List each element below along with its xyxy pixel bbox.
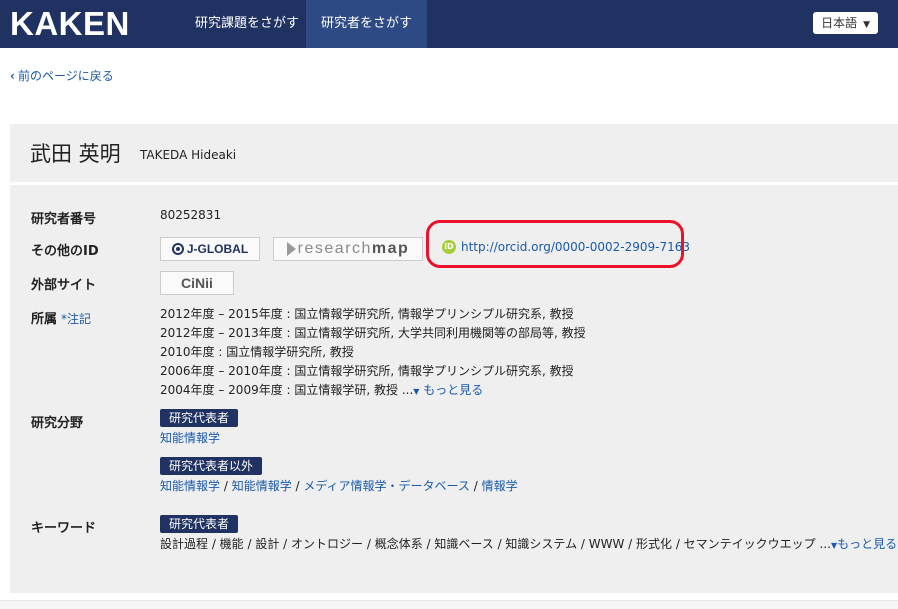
field-link[interactable]: 情報学 xyxy=(482,479,518,493)
navbar: KAKEN 研究課題をさがす 研究者をさがす 日本語 ▼ xyxy=(0,0,898,48)
researchmap-icon xyxy=(286,242,296,256)
label-keywords: キーワード xyxy=(31,521,97,536)
cinii-link[interactable]: CiNii xyxy=(160,271,234,295)
language-select[interactable]: 日本語 ▼ xyxy=(813,12,878,34)
tab-search-projects[interactable]: 研究課題をさがす xyxy=(180,0,314,48)
primary-fields: 知能情報学 xyxy=(160,429,220,446)
back-link-label: 前のページに戻る xyxy=(17,69,114,83)
jglobal-label: J-GLOBAL xyxy=(186,242,249,256)
keywords-more-link[interactable]: ▼もっと見る xyxy=(831,537,897,551)
affiliation-item: 2004年度 – 2009年度 : 国立情報学研, 教授 ... xyxy=(160,383,414,397)
researcher-number: 80252831 xyxy=(160,208,222,222)
affiliation-label-text: 所属 xyxy=(31,312,58,327)
badge-non-principal: 研究代表者以外 xyxy=(160,457,263,475)
tab-search-researchers[interactable]: 研究者をさがす xyxy=(306,0,428,48)
researcher-name-en: TAKEDA Hideaki xyxy=(140,148,237,162)
label-researcher-number: 研究者番号 xyxy=(31,212,97,227)
affiliation-item-last: 2004年度 – 2009年度 : 国立情報学研, 教授 ...▼ もっと見る xyxy=(160,381,483,398)
affiliation-item: 2012年度 – 2013年度 : 国立情報学研究所, 大学共同利用機関等の部局… xyxy=(160,326,586,340)
language-label: 日本語 xyxy=(821,16,858,30)
field-link[interactable]: 知能情報学 xyxy=(160,479,220,493)
researcher-name-panel: 武田 英明 TAKEDA Hideaki xyxy=(10,124,898,182)
keywords-text: 設計過程 / 機能 / 設計 / オントロジー / 概念体系 / 知識ベース /… xyxy=(160,537,831,551)
badge-keywords: 研究代表者 xyxy=(160,515,239,533)
affiliation-item: 2006年度 – 2010年度 : 国立情報学研究所, 情報学プリンシプル研究系… xyxy=(160,364,574,378)
more-label: もっと見る xyxy=(423,383,484,397)
more-label: もっと見る xyxy=(837,537,898,551)
affiliation-note-link[interactable]: *注記 xyxy=(61,312,91,326)
kaken-logo[interactable]: KAKEN xyxy=(10,5,130,43)
back-link[interactable]: ‹ 前のページに戻る xyxy=(10,67,114,84)
label-affiliation: 所属 *注記 xyxy=(31,308,91,327)
caret-down-icon: ▼ xyxy=(863,20,870,30)
researchmap-link[interactable]: research map xyxy=(273,237,423,261)
field-link[interactable]: メディア情報学・データベース xyxy=(303,479,470,493)
field-link[interactable]: 知能情報学 xyxy=(160,431,220,445)
label-external-sites: 外部サイト xyxy=(31,278,97,293)
researchmap-label-a: research xyxy=(297,240,372,257)
badge-principal: 研究代表者 xyxy=(160,409,239,427)
field-link[interactable]: 知能情報学 xyxy=(232,479,292,493)
keywords-row: 設計過程 / 機能 / 設計 / オントロジー / 概念体系 / 知識ベース /… xyxy=(160,535,897,552)
label-other-id: その他のID xyxy=(31,244,99,259)
researcher-name-ja: 武田 英明 xyxy=(30,142,121,166)
caret-down-icon: ▼ xyxy=(413,387,420,396)
affiliation-item: 2012年度 – 2015年度 : 国立情報学研究所, 情報学プリンシプル研究系… xyxy=(160,307,574,321)
affiliation-more-link[interactable]: ▼ もっと見る xyxy=(413,383,483,397)
red-highlight-annotation xyxy=(426,220,684,268)
jglobal-icon xyxy=(171,243,184,255)
jglobal-link[interactable]: J-GLOBAL xyxy=(160,237,260,261)
label-research-field: 研究分野 xyxy=(31,416,84,431)
other-fields: 知能情報学 / 知能情報学 / メディア情報学・データベース / 情報学 xyxy=(160,479,518,493)
affiliation-item: 2010年度 : 国立情報学研究所, 教授 xyxy=(160,345,354,359)
researchmap-label-b: map xyxy=(371,240,410,257)
cinii-label: CiNii xyxy=(181,275,213,291)
chevron-left-icon: ‹ xyxy=(10,69,15,83)
